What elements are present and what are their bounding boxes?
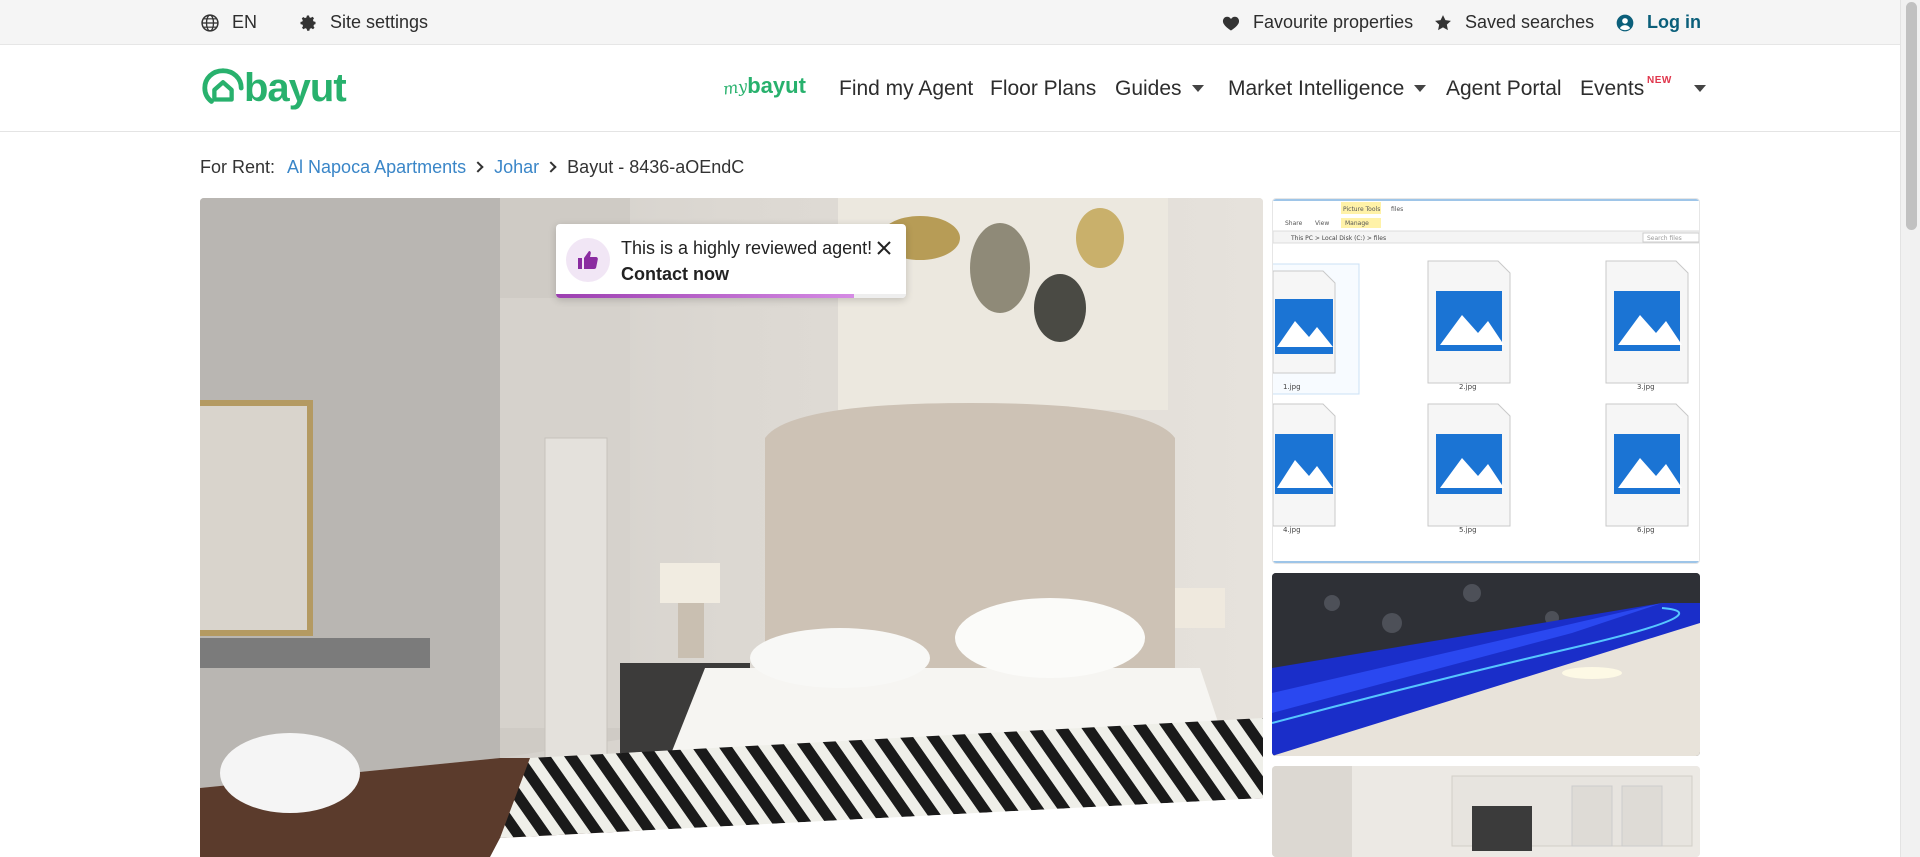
thumbnail-photo-2[interactable] <box>1272 573 1700 756</box>
mybayut-my: my <box>721 76 749 99</box>
nav-events[interactable]: Events <box>1580 45 1644 132</box>
scrollbar-thumb[interactable] <box>1906 2 1917 230</box>
breadcrumb-item-area[interactable]: Johar <box>494 157 539 178</box>
file-icon: 6.jpg <box>1605 403 1689 534</box>
saved-searches-label: Saved searches <box>1465 12 1595 32</box>
file-name-label: 4.jpg <box>1283 526 1301 534</box>
mybayut-link[interactable]: my bayut <box>721 73 806 103</box>
main-header: bayut my bayut Find my Agent Floor Plans… <box>0 45 1900 132</box>
login-button[interactable]: Log in <box>1615 0 1701 45</box>
nav-market-intelligence[interactable]: Market Intelligence <box>1228 45 1427 132</box>
chevron-right-icon <box>545 161 557 173</box>
close-icon[interactable] <box>874 238 894 258</box>
heart-icon <box>1222 16 1240 30</box>
file-icon: 4.jpg <box>1273 403 1336 534</box>
nav-floor-plans[interactable]: Floor Plans <box>990 45 1096 132</box>
chevron-right-icon <box>472 161 484 173</box>
star-icon <box>1435 14 1451 30</box>
bayut-logo[interactable]: bayut <box>200 65 347 111</box>
toast-message: This is a highly reviewed agent! <box>621 238 873 258</box>
nav-events-dropdown[interactable] <box>1684 45 1706 132</box>
contact-now-link[interactable]: Contact now <box>621 264 729 285</box>
breadcrumb-current: Bayut - 8436-aOEndC <box>567 156 745 177</box>
file-explorer-image: Picture Tools files Share View Manage Th… <box>1273 199 1699 563</box>
chevron-down-icon <box>1191 85 1204 92</box>
nav-find-my-agent[interactable]: Find my Agent <box>839 45 973 132</box>
nav-agent-portal-label: Agent Portal <box>1446 76 1562 100</box>
file-name-label: 2.jpg <box>1459 383 1477 391</box>
chevron-down-icon <box>1414 85 1427 92</box>
user-circle-icon <box>1616 14 1634 31</box>
thumb-tab-manage: Manage <box>1345 220 1369 227</box>
bayut-house-icon <box>202 68 244 104</box>
breadcrumb-label: For Rent: <box>200 156 276 177</box>
globe-icon <box>201 13 219 32</box>
nav-events-label: Events <box>1580 76 1645 100</box>
nav-agent-portal[interactable]: Agent Portal <box>1446 45 1562 132</box>
kitchen-photo <box>1272 766 1700 857</box>
file-name-label: 5.jpg <box>1459 526 1477 534</box>
language-label: EN <box>232 12 258 32</box>
site-settings-label: Site settings <box>330 12 429 32</box>
thumbnail-photo-1[interactable]: Picture Tools files Share View Manage Th… <box>1272 198 1700 564</box>
gear-icon <box>300 15 316 31</box>
nav-guides-label: Guides <box>1115 76 1182 100</box>
thumb-tab-view: View <box>1315 220 1329 227</box>
thumb-title-text: files <box>1391 206 1403 213</box>
nav-find-my-agent-label: Find my Agent <box>839 76 974 100</box>
mybayut-brand: bayut <box>747 73 806 98</box>
favourite-properties-label: Favourite properties <box>1253 12 1414 32</box>
logo-text: bayut <box>244 65 347 110</box>
breadcrumb: For Rent: Al Napoca Apartments Johar Bay… <box>200 156 744 178</box>
chevron-down-icon <box>1694 85 1706 92</box>
saved-searches-link[interactable]: Saved searches <box>1433 0 1594 45</box>
favourite-properties-link[interactable]: Favourite properties <box>1221 0 1413 45</box>
file-icon: 5.jpg <box>1427 403 1511 534</box>
file-icon: 2.jpg <box>1427 260 1511 391</box>
site-settings-button[interactable]: Site settings <box>298 0 428 45</box>
top-utility-bar: EN Site settings Favourite properties Sa… <box>0 0 1900 45</box>
toast-progress-fill <box>556 294 854 298</box>
login-label: Log in <box>1647 12 1701 32</box>
new-badge: NEW <box>1647 75 1672 86</box>
file-icon: 3.jpg <box>1605 260 1689 391</box>
file-name-label: 1.jpg <box>1283 383 1301 391</box>
thumb-search-text: Search files <box>1647 235 1682 242</box>
highly-reviewed-agent-toast[interactable]: This is a highly reviewed agent! Contact… <box>556 224 906 298</box>
file-name-label: 3.jpg <box>1637 383 1655 391</box>
nav-guides[interactable]: Guides <box>1115 45 1204 132</box>
pool-photo <box>1272 573 1700 756</box>
thumb-path-text: This PC > Local Disk (C:) > files <box>1290 235 1386 242</box>
file-icon: 1.jpg <box>1273 263 1360 395</box>
language-selector[interactable]: EN <box>200 0 257 45</box>
thumb-tab-share: Share <box>1285 220 1303 227</box>
file-name-label: 6.jpg <box>1637 526 1655 534</box>
nav-floor-plans-label: Floor Plans <box>990 76 1097 100</box>
thumbs-up-icon <box>566 238 610 282</box>
nav-market-intelligence-label: Market Intelligence <box>1228 76 1405 100</box>
page-scrollbar[interactable] <box>1900 0 1920 857</box>
thumb-tools-text: Picture Tools <box>1343 206 1380 213</box>
breadcrumb-item-building[interactable]: Al Napoca Apartments <box>287 157 466 178</box>
thumbnail-photo-3[interactable] <box>1272 766 1700 857</box>
toast-progress-bar <box>556 294 906 298</box>
